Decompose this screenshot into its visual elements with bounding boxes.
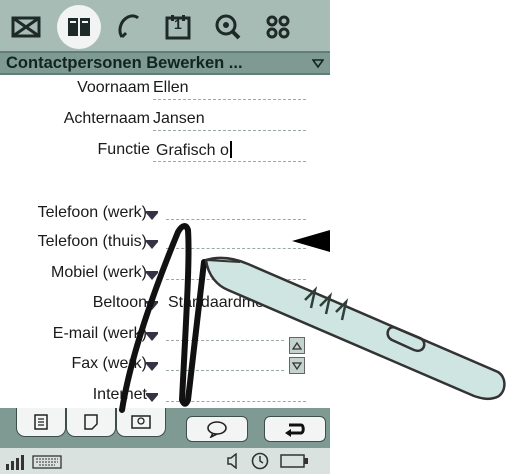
first-name-field[interactable]: Ellen (153, 79, 189, 97)
speaker-icon (227, 453, 237, 469)
fax-work-label: Fax (werk) (71, 355, 147, 372)
last-name-underline (153, 130, 306, 131)
function-underline (153, 161, 306, 162)
return-arrow-icon (285, 423, 305, 437)
title-dropdown-icon[interactable] (311, 56, 325, 74)
tab-notes[interactable] (66, 408, 116, 437)
stylus-grip-ridges (304, 286, 349, 321)
stylus-clip-slot (386, 325, 426, 353)
mobile-work-field[interactable] (166, 279, 306, 280)
scroll-buttons (289, 337, 305, 374)
scroll-up-button[interactable] (289, 337, 305, 354)
contacts-book-icon[interactable] (57, 5, 101, 49)
handwritten-n-stroke (119, 223, 207, 413)
function-label: Functie (97, 141, 150, 158)
email-work-dropdown-icon[interactable] (146, 332, 158, 341)
phone-home-label: Telefoon (thuis) (37, 233, 147, 250)
function-field[interactable]: Grafisch o (156, 141, 232, 160)
clock-icon (251, 452, 269, 470)
ringtone-field[interactable]: Standaardmel (168, 294, 268, 312)
comment-button[interactable] (186, 416, 248, 442)
stylus-tip-line (205, 259, 241, 263)
note-icon (84, 414, 98, 430)
fax-work-dropdown-icon[interactable] (146, 362, 158, 371)
speech-bubble-icon (207, 421, 227, 438)
mobile-work-label: Mobiel (werk) (50, 264, 147, 281)
list-document-icon (34, 414, 48, 430)
text-cursor (229, 141, 232, 158)
page-title: Contactpersonen Bewerken ... (6, 54, 243, 72)
calendar-day: 1 (174, 16, 182, 32)
title-bar[interactable]: Contactpersonen Bewerken ... (0, 51, 330, 75)
bottom-toolbar (0, 408, 330, 448)
phone-home-field[interactable] (166, 248, 306, 249)
email-work-label: E-mail (werk) (52, 325, 147, 342)
last-name-field[interactable]: Jansen (153, 110, 205, 128)
function-value: Grafisch o (156, 142, 229, 159)
ringtone-dropdown-icon[interactable] (146, 301, 158, 310)
fax-work-field[interactable] (166, 370, 284, 371)
signal-strength-icon (6, 455, 24, 470)
back-button[interactable] (264, 416, 326, 442)
phone-home-dropdown-icon[interactable] (146, 240, 158, 249)
last-name-label: Achternaam (63, 110, 150, 127)
phone-work-field[interactable] (166, 219, 306, 220)
battery-icon (280, 454, 308, 468)
email-work-field[interactable] (166, 340, 284, 341)
ringtone-label: Beltoon (92, 294, 147, 311)
keyboard-icon (32, 455, 62, 469)
internet-label: Internet (92, 386, 147, 403)
phone-work-label: Telefoon (werk) (37, 204, 147, 221)
first-name-label: Voornaam (77, 79, 150, 96)
search-globe-icon[interactable] (208, 6, 248, 48)
app-bar: 1 (0, 0, 330, 54)
internet-dropdown-icon[interactable] (146, 393, 158, 402)
phone-work-dropdown-icon[interactable] (146, 211, 158, 220)
mobile-work-dropdown-icon[interactable] (146, 271, 158, 280)
tab-details[interactable] (16, 408, 66, 437)
scroll-down-button[interactable] (289, 357, 305, 374)
photo-card-icon (131, 415, 151, 429)
first-name-underline (153, 99, 306, 100)
status-bar (0, 448, 330, 474)
envelope-icon[interactable] (6, 6, 46, 48)
apps-grid-icon[interactable] (258, 6, 298, 48)
tab-picture[interactable] (116, 408, 166, 437)
internet-field[interactable] (166, 401, 306, 402)
phone-icon[interactable] (108, 6, 148, 48)
